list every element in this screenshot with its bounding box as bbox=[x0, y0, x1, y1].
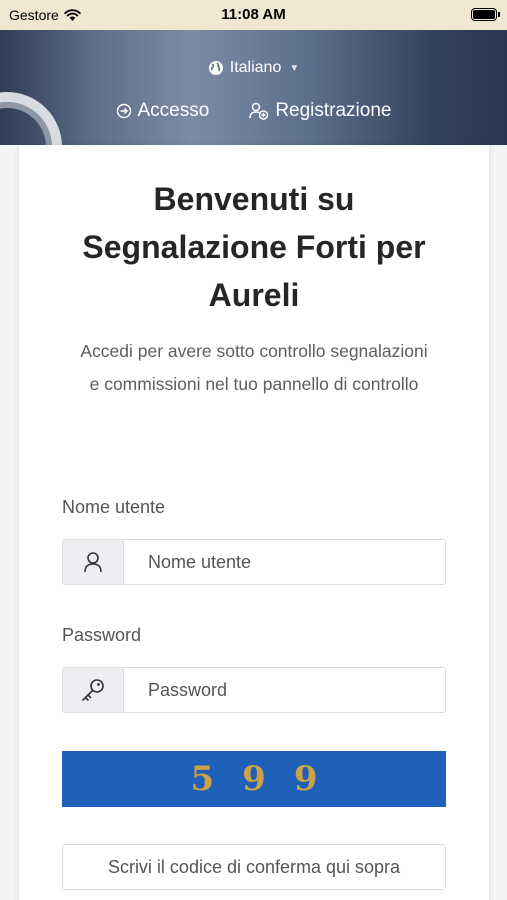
add-user-icon bbox=[249, 102, 269, 120]
language-label: Italiano bbox=[229, 59, 282, 76]
login-label: Accesso bbox=[137, 100, 210, 121]
username-addon bbox=[63, 540, 124, 584]
header-banner: Italiano ▼ Accesso Registrazione bbox=[0, 30, 507, 145]
chevron-down-icon: ▼ bbox=[289, 62, 300, 74]
password-group bbox=[62, 667, 446, 713]
register-link[interactable]: Registrazione bbox=[249, 100, 391, 122]
password-input[interactable] bbox=[124, 668, 445, 712]
key-icon bbox=[82, 679, 104, 701]
confirm-code-input[interactable] bbox=[63, 845, 445, 889]
page-subtitle: Accedi per avere sotto controllo segnala… bbox=[80, 341, 428, 394]
login-card: Benvenuti su Segnalazione Forti per Aure… bbox=[19, 145, 489, 900]
username-group bbox=[62, 539, 446, 585]
captcha-image: 5 9 9 bbox=[62, 751, 446, 807]
login-icon bbox=[116, 103, 131, 119]
register-label: Registrazione bbox=[275, 100, 392, 121]
username-label: Nome utente bbox=[62, 497, 166, 517]
captcha-digit: 9 bbox=[242, 759, 266, 799]
status-time: 11:08 AM bbox=[221, 6, 286, 23]
login-link[interactable]: Accesso bbox=[116, 100, 210, 122]
password-label: Password bbox=[62, 625, 142, 645]
username-input[interactable] bbox=[124, 540, 445, 584]
status-bar: Gestore 11:08 AM bbox=[0, 0, 507, 30]
language-selector[interactable]: Italiano ▼ bbox=[0, 59, 507, 77]
password-addon bbox=[63, 668, 124, 712]
captcha-digit: 5 bbox=[190, 759, 215, 799]
battery-icon bbox=[471, 8, 500, 21]
page-title: Benvenuti su Segnalazione Forti per Aure… bbox=[82, 181, 426, 313]
captcha-digit: 9 bbox=[293, 759, 318, 799]
user-icon bbox=[84, 552, 102, 573]
confirm-code-field bbox=[62, 844, 446, 890]
top-nav: Accesso Registrazione bbox=[0, 100, 507, 122]
globe-icon bbox=[208, 61, 223, 75]
